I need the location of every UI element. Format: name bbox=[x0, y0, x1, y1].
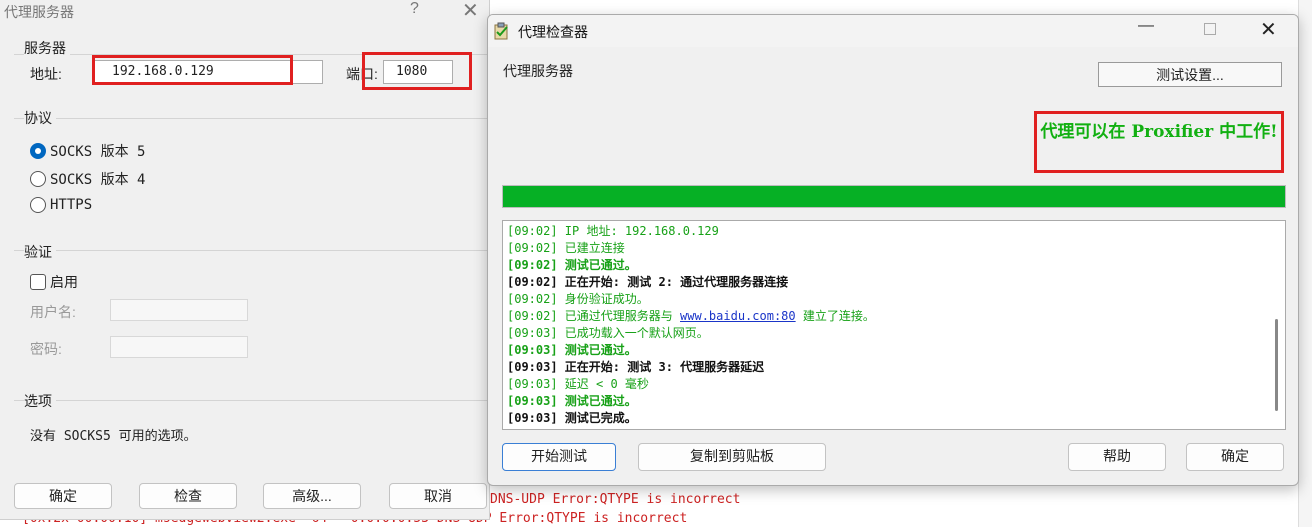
bg-scrollbar[interactable] bbox=[1298, 0, 1312, 527]
log-line-text: 建立了连接。 bbox=[795, 309, 875, 323]
address-highlight bbox=[92, 55, 293, 85]
log-line: [09:03] 延迟 < 0 毫秒 bbox=[507, 377, 649, 391]
progress-bar bbox=[502, 185, 1286, 208]
log-line: [09:02] 已通过代理服务器与 www.baidu.com:80 建立了连接… bbox=[507, 308, 875, 325]
options-group-label: 选项 bbox=[24, 391, 56, 411]
password-label: 密码: bbox=[30, 341, 62, 357]
bg-log-line: DNS-UDP Error:QTYPE is incorrect bbox=[490, 492, 741, 507]
test-settings-button[interactable]: 测试设置... bbox=[1098, 62, 1282, 87]
advanced-button[interactable]: 高级... bbox=[263, 483, 361, 509]
log-line: [09:03] 已成功载入一个默认网页。 bbox=[507, 326, 709, 340]
close-icon[interactable]: ✕ bbox=[462, 0, 479, 23]
options-group-divider bbox=[14, 400, 488, 401]
maximize-icon[interactable] bbox=[1204, 23, 1216, 35]
server-group-label: 服务器 bbox=[24, 38, 70, 58]
minimize-icon[interactable]: — bbox=[1138, 17, 1154, 35]
cancel-button[interactable]: 取消 bbox=[389, 483, 487, 509]
log-scrollbar[interactable] bbox=[1271, 223, 1283, 427]
check-button[interactable]: 检查 bbox=[139, 483, 237, 509]
status-highlight: 代理可以在 Proxifier 中工作! bbox=[1034, 111, 1284, 173]
log-line: [09:02] 正在开始: 测试 2: 通过代理服务器连接 bbox=[507, 275, 789, 289]
protocol-group-divider bbox=[14, 118, 488, 119]
log-line: [09:03] 正在开始: 测试 3: 代理服务器延迟 bbox=[507, 360, 765, 374]
log-scroll-thumb[interactable] bbox=[1275, 319, 1278, 411]
radio-selected-icon[interactable] bbox=[30, 143, 46, 159]
log-line: [09:02] IP 地址: 192.168.0.129 bbox=[507, 224, 719, 238]
help-icon[interactable]: ? bbox=[410, 0, 419, 18]
enable-auth-label: 启用 bbox=[50, 274, 78, 290]
log-link[interactable]: www.baidu.com:80 bbox=[680, 309, 796, 323]
close-icon[interactable]: ✕ bbox=[1260, 17, 1277, 42]
address-label: 地址: bbox=[30, 66, 62, 82]
auth-group-divider bbox=[14, 250, 488, 251]
status-message: 代理可以在 Proxifier 中工作! bbox=[1040, 122, 1278, 142]
enable-auth-checkbox[interactable]: 启用 bbox=[30, 272, 78, 292]
ok-button[interactable]: 确定 bbox=[14, 483, 112, 509]
radio-socks4-label: SOCKS 版本 4 bbox=[50, 172, 146, 188]
radio-unselected-icon[interactable] bbox=[30, 171, 46, 187]
copy-clipboard-button[interactable]: 复制到剪贴板 bbox=[638, 443, 826, 471]
log-line: [09:02] 测试已通过。 bbox=[507, 258, 637, 272]
log-line: [09:03] 测试已通过。 bbox=[507, 394, 637, 408]
log-line-text: [09:02] 已通过代理服务器与 bbox=[507, 309, 681, 323]
proxy-checker-window: 代理检查器 — ✕ 代理服务器 测试设置... 代理可以在 Proxifier … bbox=[487, 14, 1299, 486]
log-lines: [09:02] IP 地址: 192.168.0.129 [09:02] 已建立连… bbox=[507, 223, 875, 427]
protocol-group-label: 协议 bbox=[24, 108, 56, 128]
log-line: [09:03] 测试已通过。 bbox=[507, 343, 637, 357]
checker-ok-button[interactable]: 确定 bbox=[1186, 443, 1284, 471]
radio-https[interactable]: HTTPS bbox=[30, 197, 92, 213]
log-line: [09:03] 测试已完成。 bbox=[507, 411, 637, 425]
radio-socks4[interactable]: SOCKS 版本 4 bbox=[30, 169, 145, 189]
help-button[interactable]: 帮助 bbox=[1068, 443, 1166, 471]
checker-titlebar[interactable]: 代理检查器 — ✕ bbox=[488, 15, 1298, 47]
log-panel[interactable]: [09:02] IP 地址: 192.168.0.129 [09:02] 已建立连… bbox=[502, 220, 1286, 430]
username-label: 用户名: bbox=[30, 304, 76, 320]
checker-title: 代理检查器 bbox=[518, 24, 588, 40]
log-line: [09:02] 身份验证成功。 bbox=[507, 292, 649, 306]
proxy-server-dialog: 代理服务器 ? ✕ 服务器 地址: 192.168.0.129 端口: 1080… bbox=[0, 0, 490, 520]
username-field bbox=[110, 299, 248, 321]
proxy-server-label: 代理服务器 bbox=[503, 63, 573, 79]
checkbox-icon[interactable] bbox=[30, 274, 46, 290]
auth-group-label: 验证 bbox=[24, 242, 56, 262]
radio-unselected-icon[interactable] bbox=[30, 197, 46, 213]
radio-https-label: HTTPS bbox=[50, 197, 93, 213]
radio-socks5-label: SOCKS 版本 5 bbox=[50, 144, 146, 160]
password-field bbox=[110, 336, 248, 358]
options-text: 没有 SOCKS5 可用的选项。 bbox=[30, 429, 197, 444]
log-line: [09:02] 已建立连接 bbox=[507, 241, 625, 255]
progress-fill bbox=[503, 186, 1285, 207]
port-highlight bbox=[362, 52, 472, 90]
clipboard-check-icon bbox=[494, 22, 508, 40]
start-test-button[interactable]: 开始测试 bbox=[502, 443, 616, 471]
radio-socks5[interactable]: SOCKS 版本 5 bbox=[30, 141, 145, 161]
dialog-title: 代理服务器 bbox=[4, 4, 74, 20]
